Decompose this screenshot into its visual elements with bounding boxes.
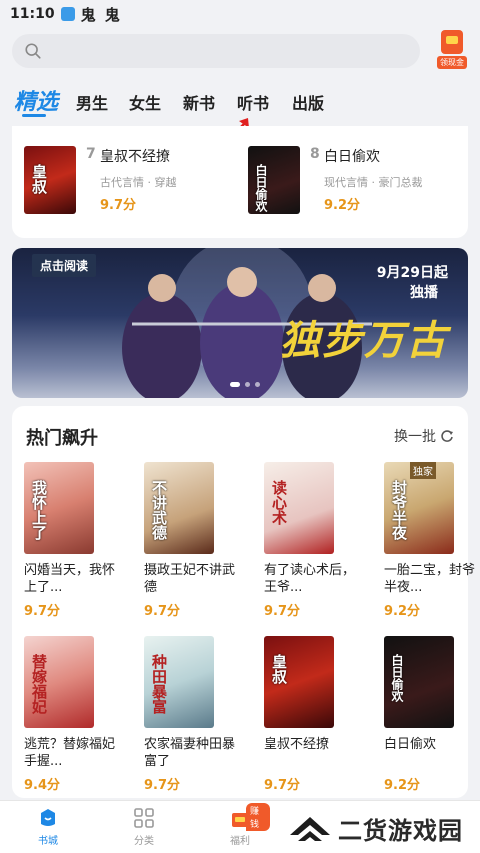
book-cover: 独家 封爷半夜 bbox=[384, 462, 454, 554]
book-score: 9.4分 bbox=[24, 778, 61, 793]
book-cover: 白日偷欢 bbox=[384, 636, 454, 728]
book-title: 白日偷欢 bbox=[384, 737, 437, 752]
book-score: 9.7分 bbox=[264, 778, 301, 793]
book-score: 9.2分 bbox=[384, 604, 421, 619]
active-tab-indicator bbox=[22, 114, 46, 117]
book-cover: 皇叔 bbox=[264, 636, 334, 728]
promo-banner[interactable]: 点击阅读 9月29日起 独播 独步万古 bbox=[12, 248, 468, 398]
tab-featured[interactable]: 精选 bbox=[14, 84, 58, 116]
banner-title: 独步万古 bbox=[280, 317, 448, 364]
book-score: 9.2分 bbox=[324, 198, 361, 213]
bookstore-icon bbox=[41, 809, 55, 826]
tab-publishing[interactable]: 出版 bbox=[292, 90, 324, 114]
tab-male[interactable]: 男生 bbox=[76, 90, 108, 114]
status-time: 11:10 bbox=[10, 6, 55, 22]
tab-female[interactable]: 女生 bbox=[129, 90, 161, 114]
book-title: 皇叔不经撩 bbox=[264, 737, 330, 752]
nav-label: 书城 bbox=[38, 836, 58, 847]
ranking-card: 皇叔 7 皇叔不经撩 古代言情 · 穿越 9.7分 白日偷欢 8 白日偷欢 现代… bbox=[12, 126, 468, 238]
book-score: 9.7分 bbox=[144, 604, 181, 619]
book-score: 9.7分 bbox=[24, 604, 61, 619]
search-bar[interactable] bbox=[12, 34, 420, 68]
book-tags: 古代言情 · 穿越 bbox=[100, 176, 177, 189]
tab-new-books[interactable]: 新书 bbox=[183, 90, 215, 114]
book-cover: 不讲武德 bbox=[144, 462, 214, 554]
carousel-dot bbox=[255, 382, 260, 387]
hot-rising-section: 热门飙升 换一批 我怀上了 闪婚当天，我怀上了... 9.7分 不讲武德 摄政王… bbox=[12, 406, 475, 798]
book-title: 白日偷欢 bbox=[324, 149, 380, 165]
book-cover: 白日偷欢 bbox=[248, 146, 300, 214]
nav-bookstore[interactable]: 书城 bbox=[18, 807, 78, 847]
status-extra-icons: 鬼 鬼 bbox=[80, 5, 122, 24]
book-cover: 我怀上了 bbox=[24, 462, 94, 554]
carousel-dot bbox=[230, 382, 240, 387]
book-title: 皇叔不经撩 bbox=[100, 149, 170, 165]
book-score: 9.7分 bbox=[264, 604, 301, 619]
notification-icon bbox=[60, 7, 75, 21]
book-title: 逃荒？替嫁福妃手握... bbox=[24, 737, 116, 769]
gift-icon bbox=[441, 30, 463, 54]
watermark-text: 二货游戏园 bbox=[338, 816, 463, 845]
book-cover: 替嫁福妃 bbox=[24, 636, 94, 728]
category-grid-icon bbox=[134, 808, 154, 828]
book-score: 9.7分 bbox=[100, 198, 137, 213]
watermark: 二货游戏园 bbox=[288, 808, 474, 848]
book-title: 摄政王妃不讲武德 bbox=[144, 563, 236, 595]
nav-label: 分类 bbox=[134, 836, 154, 847]
section-title: 热门飙升 bbox=[26, 428, 98, 449]
search-row: 领现金 bbox=[0, 30, 480, 74]
banner-subtitle: 独播 bbox=[410, 285, 438, 301]
carousel-dots bbox=[230, 382, 260, 387]
book-cover: 皇叔 bbox=[24, 146, 76, 214]
book-cover: 种田暴富 bbox=[144, 636, 214, 728]
book-score: 9.7分 bbox=[144, 778, 181, 793]
earn-badge: 赚钱 bbox=[246, 803, 270, 831]
book-score: 9.2分 bbox=[384, 778, 421, 793]
book-title: 闪婚当天，我怀上了... bbox=[24, 563, 116, 595]
status-bar: 11:10 鬼 鬼 bbox=[0, 0, 480, 28]
read-now-tag[interactable]: 点击阅读 bbox=[32, 254, 97, 277]
nav-category[interactable]: 分类 bbox=[114, 807, 174, 847]
refresh-icon bbox=[441, 430, 453, 442]
exclusive-badge: 独家 bbox=[410, 462, 436, 479]
book-tags: 现代言情 · 豪门总裁 bbox=[324, 176, 423, 189]
carousel-dot bbox=[245, 382, 250, 387]
ranking-item[interactable]: 白日偷欢 8 白日偷欢 现代言情 · 豪门总裁 9.2分 bbox=[248, 146, 468, 218]
rank-number: 8 bbox=[310, 146, 320, 162]
search-icon bbox=[25, 43, 41, 59]
search-input[interactable] bbox=[50, 43, 390, 59]
ranking-item[interactable]: 皇叔 7 皇叔不经撩 古代言情 · 穿越 9.7分 bbox=[24, 146, 244, 218]
book-title: 一胎二宝，封爷半夜... bbox=[384, 563, 476, 595]
nav-label: 福利 bbox=[230, 836, 250, 847]
book-cover: 读心术 bbox=[264, 462, 334, 554]
banner-date: 9月29日起 bbox=[376, 265, 448, 281]
nav-welfare[interactable]: 赚钱 福利 bbox=[210, 803, 270, 847]
book-title: 有了读心术后，王爷... bbox=[264, 563, 356, 595]
book-title: 农家福妻种田暴富了 bbox=[144, 737, 236, 769]
refresh-button[interactable]: 换一批 bbox=[394, 426, 454, 446]
refresh-label: 换一批 bbox=[394, 429, 436, 445]
welfare-button[interactable]: 领现金 bbox=[432, 30, 472, 72]
welfare-label: 领现金 bbox=[437, 56, 467, 69]
watermark-logo-icon bbox=[290, 817, 330, 841]
rank-number: 7 bbox=[86, 146, 96, 162]
tab-audiobooks[interactable]: 听书 bbox=[237, 90, 269, 114]
